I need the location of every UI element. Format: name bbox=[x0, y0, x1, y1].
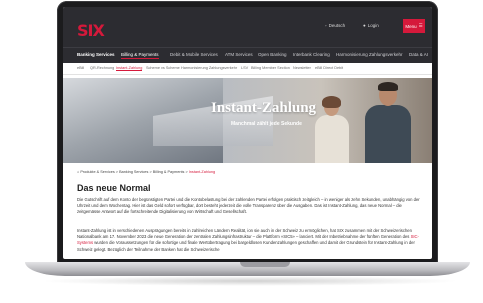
subnav-item-scheme[interactable]: Scheme vs Scheme bbox=[146, 66, 180, 70]
woman-figure bbox=[313, 96, 351, 163]
laptop-frame: SIX ◦ Deutsch ● Login Menu ☰ Banking Ser… bbox=[57, 1, 438, 263]
subnav-item-newsletter[interactable]: Newsletter bbox=[293, 66, 311, 70]
breadcrumb: ⌂ Produkte & Services > Banking Services… bbox=[77, 170, 215, 174]
laptop-base bbox=[25, 262, 470, 276]
user-icon: ● bbox=[363, 23, 366, 28]
home-icon[interactable]: ⌂ bbox=[77, 170, 79, 174]
hero-subtitle: Manchmal zählt jede Sekunde bbox=[231, 121, 302, 127]
body-text-part1: Instant-Zahlung ist in verschiedenen Aus… bbox=[77, 228, 412, 240]
hero-title: Instant-Zahlung bbox=[211, 100, 317, 116]
intro-paragraph: Die Gutschrift auf dem Konto der begünst… bbox=[77, 197, 420, 215]
main-navigation: Banking Services Billing & Payments Debi… bbox=[63, 47, 432, 63]
menu-button[interactable]: Menu ☰ bbox=[403, 19, 425, 33]
subnav-item-qr-rechnung[interactable]: QR-Rechnung bbox=[90, 66, 114, 70]
login-link[interactable]: ● Login bbox=[363, 23, 379, 28]
nav-item-debit-mobile[interactable]: Debit & Mobile Services bbox=[170, 52, 218, 57]
six-logo[interactable]: SIX bbox=[77, 21, 105, 40]
body-text-part2: wurden die Voraussetzungen für die sofor… bbox=[77, 240, 415, 252]
sub-navigation: eBill QR-Rechnung Instant-Zahlung Scheme… bbox=[63, 63, 432, 75]
language-switch[interactable]: ◦ Deutsch bbox=[325, 23, 345, 28]
page-title: Das neue Normal bbox=[77, 183, 151, 193]
laptop-notch bbox=[240, 262, 290, 267]
globe-icon: ◦ bbox=[325, 23, 327, 28]
subnav-item-ebill-direct-debit[interactable]: eBill Direct Debit bbox=[315, 66, 343, 70]
breadcrumb-current: Instant-Zahlung bbox=[188, 170, 216, 174]
subnav-item-member-section[interactable]: Billing Member Section bbox=[251, 66, 290, 70]
subnav-item-ebill[interactable]: eBill bbox=[77, 66, 84, 70]
language-label: Deutsch bbox=[328, 23, 346, 28]
subnav-item-instant-zahlung[interactable]: Instant-Zahlung bbox=[116, 66, 143, 71]
nav-item-interbank-clearing[interactable]: Interbank Clearing bbox=[293, 52, 330, 57]
nav-item-banking-services[interactable]: Banking Services bbox=[77, 52, 115, 57]
breadcrumb-path[interactable]: Produkte & Services > Banking Services >… bbox=[80, 170, 187, 174]
nav-item-harmonisierung[interactable]: Harmonisierung Zahlungsverkehr bbox=[336, 52, 403, 57]
subnav-item-lsv[interactable]: LSV bbox=[241, 66, 248, 70]
nav-item-billing-payments[interactable]: Billing & Payments bbox=[121, 52, 159, 59]
nav-item-data-ai[interactable]: Data & AI bbox=[409, 52, 428, 57]
browser-viewport: SIX ◦ Deutsch ● Login Menu ☰ Banking Ser… bbox=[63, 7, 432, 259]
body-paragraph: Instant-Zahlung ist in verschiedenen Aus… bbox=[77, 228, 423, 253]
site-header: SIX ◦ Deutsch ● Login Menu ☰ bbox=[63, 7, 432, 47]
hero-banner: Instant-Zahlung Manchmal zählt jede Seku… bbox=[63, 78, 432, 163]
laptop-shadow bbox=[40, 276, 460, 286]
man-figure bbox=[363, 82, 413, 163]
hamburger-icon: ☰ bbox=[418, 23, 423, 28]
subnav-item-harmonisierung[interactable]: Harmonisierung Zahlungsverkehr bbox=[181, 66, 237, 70]
login-label: Login bbox=[367, 23, 379, 28]
nav-item-atm-services[interactable]: ATM Services bbox=[225, 52, 253, 57]
nav-item-open-banking[interactable]: Open Banking bbox=[258, 52, 287, 57]
menu-label: Menu bbox=[405, 23, 417, 29]
